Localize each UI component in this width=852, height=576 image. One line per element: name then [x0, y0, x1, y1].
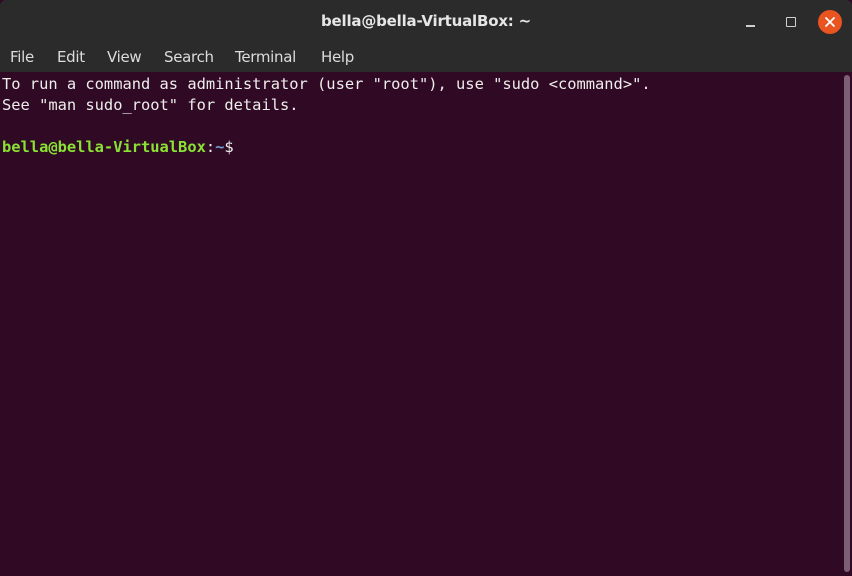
menu-edit[interactable]: Edit [57, 48, 85, 66]
window-title: bella@bella-VirtualBox: ~ [321, 12, 531, 30]
menu-search[interactable]: Search [164, 48, 214, 66]
minimize-button[interactable] [738, 10, 762, 34]
maximize-button[interactable] [778, 10, 802, 34]
prompt-symbol: $ [224, 138, 234, 156]
menu-help[interactable]: Help [321, 48, 354, 66]
terminal-line: To run a command as administrator (user … [2, 75, 651, 93]
prompt-separator: : [205, 138, 216, 156]
shell-prompt: bella@bella-VirtualBox:~$ [2, 137, 234, 158]
menu-bar: File Edit View Search Terminal Help [0, 44, 852, 72]
prompt-user-host: bella@bella-VirtualBox [2, 138, 206, 156]
scrollbar[interactable] [844, 75, 850, 572]
maximize-icon [786, 17, 796, 27]
terminal-output[interactable]: To run a command as administrator (user … [0, 72, 852, 576]
close-button[interactable] [818, 10, 842, 34]
terminal-line: See "man sudo_root" for details. [2, 96, 299, 114]
menu-view[interactable]: View [107, 48, 142, 66]
title-bar[interactable]: bella@bella-VirtualBox: ~ [0, 0, 852, 44]
menu-file[interactable]: File [10, 48, 34, 66]
close-icon [825, 17, 835, 27]
minimize-icon [746, 25, 755, 27]
menu-terminal[interactable]: Terminal [235, 48, 296, 66]
